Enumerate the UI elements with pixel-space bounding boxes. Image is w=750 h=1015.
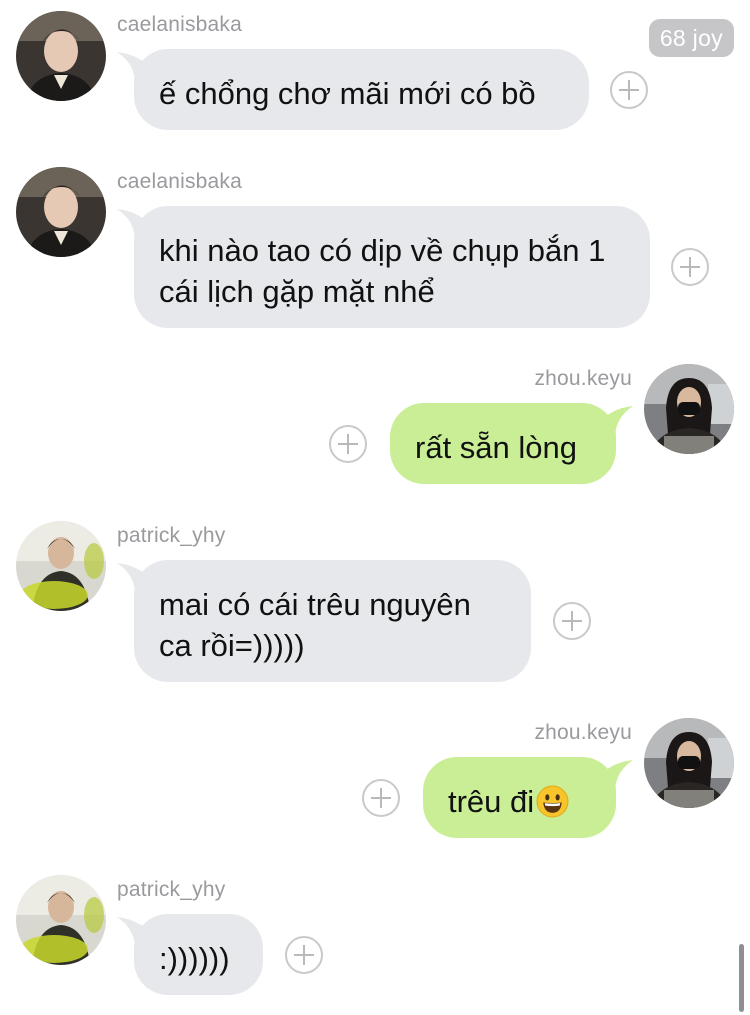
message-bubble[interactable]: mai có cái trêu nguyên ca rồi=))))) [134,560,531,682]
add-reaction-icon[interactable] [553,602,591,640]
sender-name[interactable]: caelanisbaka [117,13,242,37]
message-bubble[interactable]: khi nào tao có dịp về chụp bắn 1 cái lịc… [134,206,650,328]
message-bubble[interactable]: trêu đi [423,757,616,838]
message-bubble[interactable]: :)))))) [134,914,263,995]
sender-name[interactable]: caelanisbaka [117,170,242,194]
sender-name[interactable]: zhou.keyu [534,721,632,745]
avatar-caelanisbaka-icon [16,167,106,257]
add-reaction-icon[interactable] [610,71,648,109]
add-reaction-icon[interactable] [285,936,323,974]
avatar[interactable] [644,718,734,808]
message-bubble[interactable]: ế chổng chơ mãi mới có bồ [134,49,589,130]
joy-count-badge: 68 joy [648,19,734,57]
avatar-caelanisbaka-icon [16,11,106,101]
avatar[interactable] [16,521,106,611]
sender-name[interactable]: zhou.keyu [534,367,632,391]
avatar[interactable] [16,11,106,101]
avatar[interactable] [16,875,106,965]
sender-name[interactable]: patrick_yhy [117,878,225,902]
avatar[interactable] [644,364,734,454]
avatar-patrick-yhy-icon [16,875,106,965]
avatar-zhou-keyu-icon [644,364,734,454]
message-text: trêu đi [448,784,535,819]
avatar-zhou-keyu-icon [644,718,734,808]
sender-name[interactable]: patrick_yhy [117,524,225,548]
scrollbar[interactable] [739,944,744,1012]
add-reaction-icon[interactable] [671,248,709,286]
message-bubble[interactable]: rất sẵn lòng [390,403,616,484]
grinning-face-emoji-icon [536,785,569,818]
avatar[interactable] [16,167,106,257]
avatar-patrick-yhy-icon [16,521,106,611]
add-reaction-icon[interactable] [329,425,367,463]
add-reaction-icon[interactable] [362,779,400,817]
